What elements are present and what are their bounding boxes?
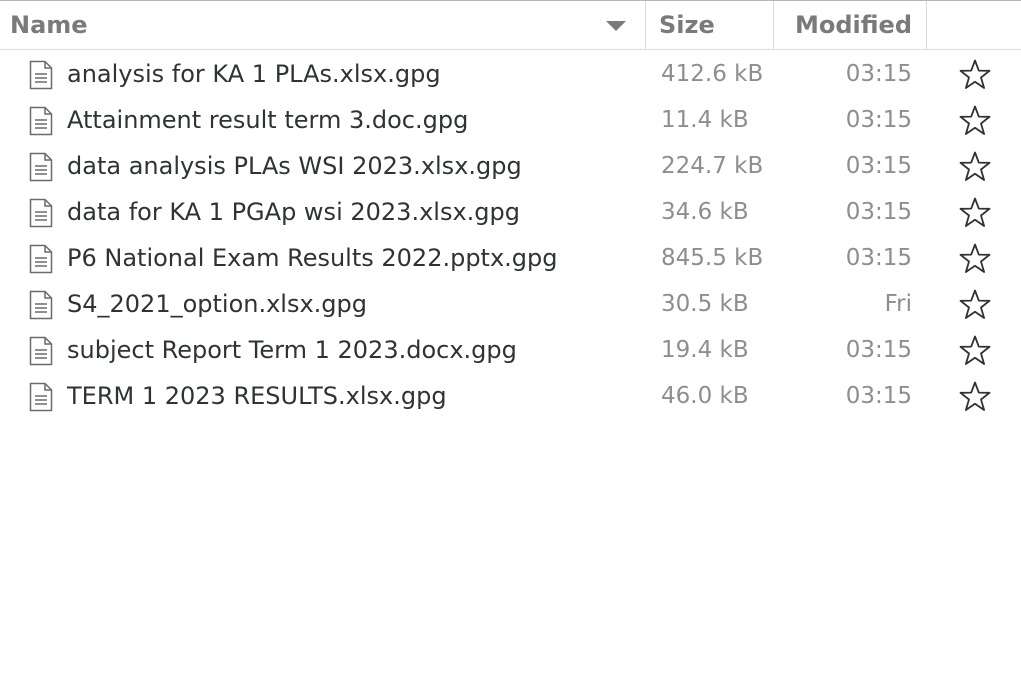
file-name: Attainment result term 3.doc.gpg (67, 106, 469, 134)
file-modified: Fri (884, 291, 912, 317)
document-icon (29, 244, 53, 274)
file-size: 19.4 kB (661, 337, 749, 363)
file-row[interactable]: analysis for KA 1 PLAs.xlsx.gpg 412.6 kB… (0, 51, 1021, 97)
file-size: 845.5 kB (661, 245, 764, 271)
file-size: 11.4 kB (661, 107, 749, 133)
star-icon[interactable] (958, 196, 992, 230)
file-row[interactable]: Attainment result term 3.doc.gpg 11.4 kB… (0, 97, 1021, 143)
file-name: TERM 1 2023 RESULTS.xlsx.gpg (67, 382, 447, 410)
column-header-modified-label: Modified (794, 11, 912, 39)
document-icon (29, 60, 53, 90)
document-icon (29, 106, 53, 136)
column-header-modified[interactable]: Modified (774, 1, 927, 49)
file-row[interactable]: data analysis PLAs WSI 2023.xlsx.gpg 224… (0, 143, 1021, 189)
file-size: 34.6 kB (661, 199, 749, 225)
file-list-view: Name Size Modified analysis for KA 1 PLA… (0, 0, 1021, 682)
file-name: S4_2021_option.xlsx.gpg (67, 290, 368, 318)
file-modified: 03:15 (845, 61, 912, 87)
document-icon (29, 290, 53, 320)
star-icon[interactable] (958, 288, 992, 322)
column-header-name-label: Name (10, 11, 88, 39)
column-header-bar: Name Size Modified (0, 1, 1021, 50)
star-icon[interactable] (958, 150, 992, 184)
file-modified: 03:15 (845, 383, 912, 409)
star-icon[interactable] (958, 58, 992, 92)
star-icon[interactable] (958, 104, 992, 138)
file-name: subject Report Term 1 2023.docx.gpg (67, 336, 517, 364)
document-icon (29, 336, 53, 366)
file-modified: 03:15 (845, 107, 912, 133)
file-row[interactable]: data for KA 1 PGAp wsi 2023.xlsx.gpg 34.… (0, 189, 1021, 235)
file-name: analysis for KA 1 PLAs.xlsx.gpg (67, 60, 441, 88)
file-modified: 03:15 (845, 153, 912, 179)
document-icon (29, 198, 53, 228)
column-header-star[interactable] (927, 1, 1021, 49)
column-header-size[interactable]: Size (646, 1, 774, 49)
file-size: 412.6 kB (661, 61, 764, 87)
file-row[interactable]: S4_2021_option.xlsx.gpg 30.5 kB Fri (0, 281, 1021, 327)
file-modified: 03:15 (845, 245, 912, 271)
column-header-size-label: Size (659, 11, 715, 39)
file-name: data analysis PLAs WSI 2023.xlsx.gpg (67, 152, 522, 180)
sort-descending-icon[interactable] (606, 21, 626, 31)
file-modified: 03:15 (845, 199, 912, 225)
file-size: 224.7 kB (661, 153, 764, 179)
file-size: 30.5 kB (661, 291, 749, 317)
file-modified: 03:15 (845, 337, 912, 363)
column-header-name[interactable]: Name (0, 1, 646, 49)
file-name: data for KA 1 PGAp wsi 2023.xlsx.gpg (67, 198, 520, 226)
file-name: P6 National Exam Results 2022.pptx.gpg (67, 244, 558, 272)
star-icon[interactable] (958, 334, 992, 368)
file-row[interactable]: subject Report Term 1 2023.docx.gpg 19.4… (0, 327, 1021, 373)
star-icon[interactable] (958, 242, 992, 276)
document-icon (29, 382, 53, 412)
file-row[interactable]: P6 National Exam Results 2022.pptx.gpg 8… (0, 235, 1021, 281)
star-icon[interactable] (958, 380, 992, 414)
document-icon (29, 152, 53, 182)
file-row[interactable]: TERM 1 2023 RESULTS.xlsx.gpg 46.0 kB 03:… (0, 373, 1021, 419)
file-size: 46.0 kB (661, 383, 749, 409)
file-rows: analysis for KA 1 PLAs.xlsx.gpg 412.6 kB… (0, 51, 1021, 419)
